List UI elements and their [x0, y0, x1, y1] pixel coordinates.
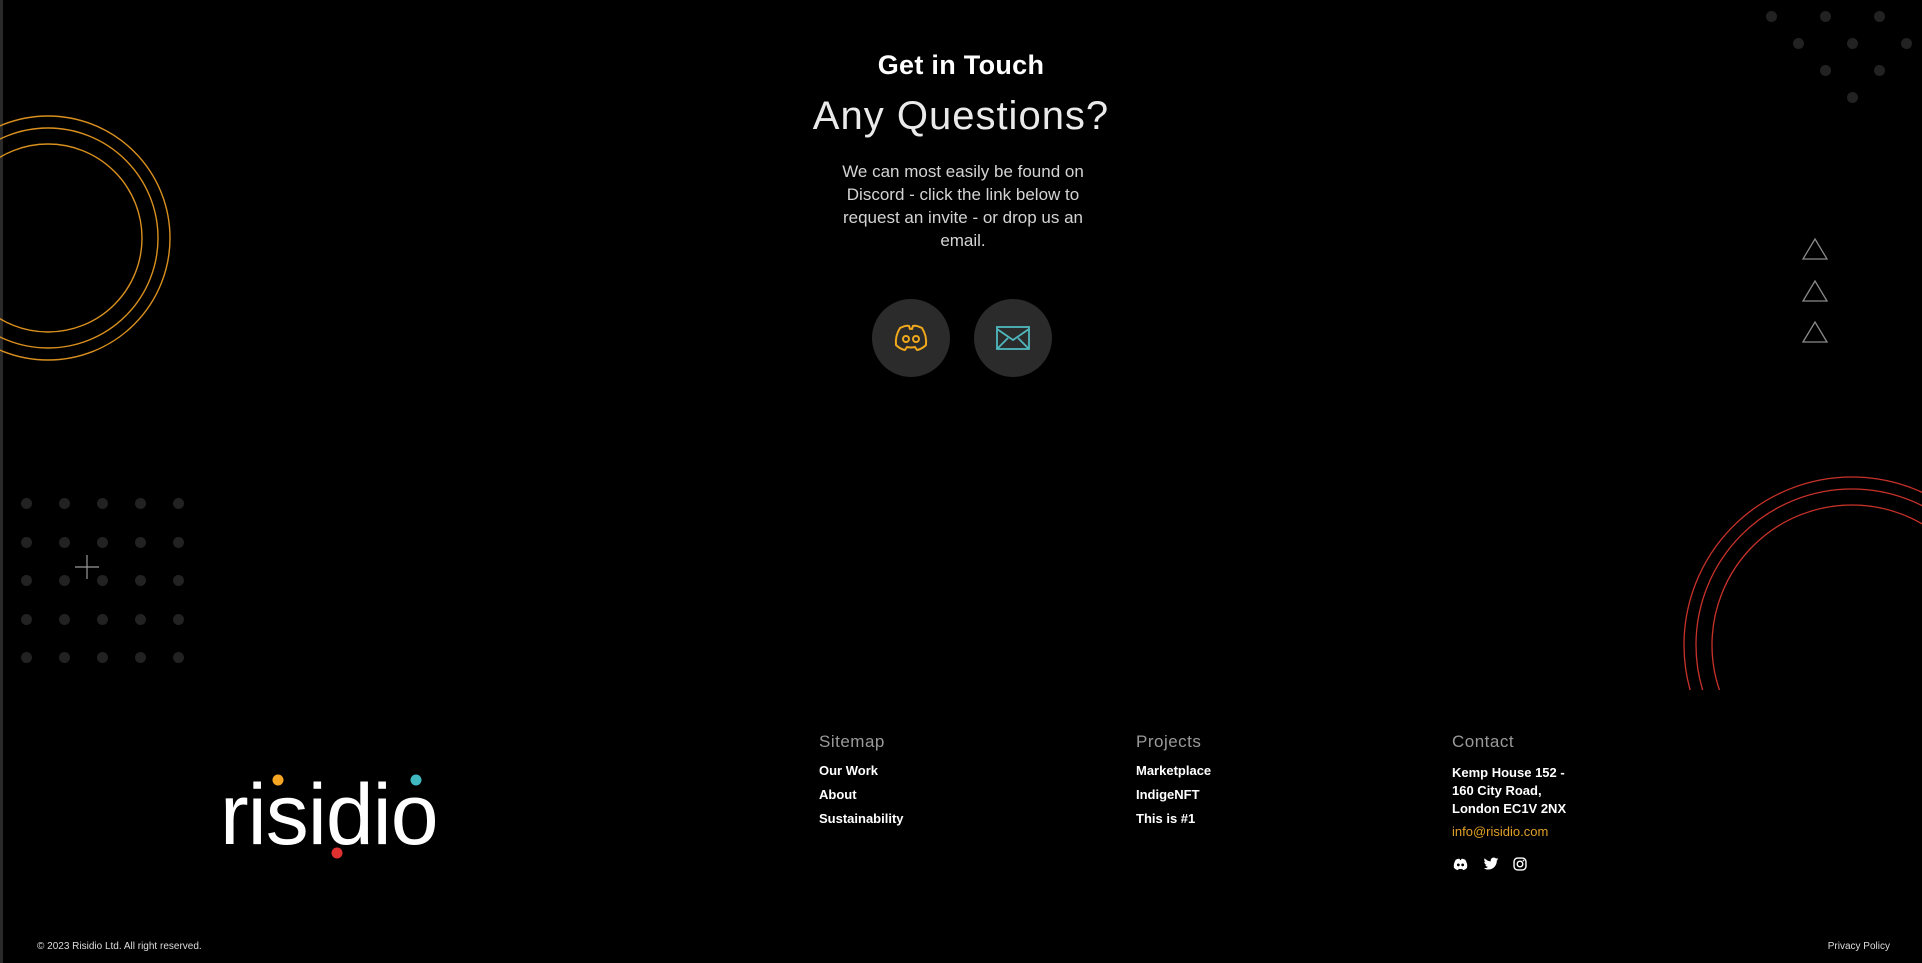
decorative-dot	[173, 652, 184, 663]
copyright-text: © 2023 Risidio Ltd. All right reserved.	[37, 941, 202, 952]
decorative-dot	[1847, 38, 1858, 49]
footer-link-about[interactable]: About	[819, 788, 904, 802]
contact-address: Kemp House 152 - 160 City Road, London E…	[1452, 764, 1566, 818]
decorative-dot	[21, 575, 32, 586]
footer-link-indigenft[interactable]: IndigeNFT	[1136, 788, 1211, 802]
decorative-dot	[21, 498, 32, 509]
decorative-dot	[97, 536, 108, 548]
address-line: 160 City Road,	[1452, 783, 1542, 798]
decorative-dot	[59, 613, 70, 625]
contact-email-link[interactable]: info@risidio.com	[1452, 824, 1566, 839]
decorative-dot	[173, 613, 184, 625]
decorative-dot	[59, 575, 70, 586]
discord-button[interactable]	[872, 299, 950, 377]
footer-link-sustainability[interactable]: Sustainability	[819, 812, 904, 826]
decorative-dot	[135, 652, 146, 663]
decorative-dot	[173, 536, 184, 548]
decorative-dot	[135, 575, 146, 586]
decorative-dot	[97, 652, 108, 663]
decorative-dot	[1820, 11, 1831, 22]
instagram-icon	[1513, 857, 1527, 871]
footer-link-this-is-1[interactable]: This is #1	[1136, 812, 1211, 826]
decorative-dot	[1874, 11, 1885, 22]
decorative-dot	[21, 613, 32, 625]
address-line: Kemp House 152 -	[1452, 765, 1565, 780]
twitter-icon	[1483, 857, 1499, 870]
privacy-policy-link[interactable]: Privacy Policy	[1828, 941, 1890, 952]
decorative-dot	[1766, 11, 1777, 22]
section-eyebrow: Get in Touch	[877, 50, 1045, 80]
discord-icon	[894, 324, 928, 351]
social-links	[1452, 857, 1566, 871]
decorative-dot	[1793, 38, 1804, 49]
decorative-dot	[173, 575, 184, 586]
logo-wordmark: risidio	[220, 767, 438, 862]
instagram-social-link[interactable]	[1513, 857, 1527, 871]
risidio-logo[interactable]: risidio	[220, 756, 490, 862]
email-button[interactable]	[974, 299, 1052, 377]
mail-icon	[996, 326, 1030, 350]
discord-icon	[1453, 858, 1468, 870]
decorative-dot	[135, 613, 146, 625]
decorative-dot	[173, 498, 184, 509]
decorative-dot	[59, 498, 70, 509]
decorative-dot	[97, 498, 108, 509]
contact-column: Contact Kemp House 152 - 160 City Road, …	[1452, 732, 1566, 871]
section-description: We can most easily be found on Discord -…	[842, 162, 1084, 250]
decorative-dot	[59, 652, 70, 663]
discord-social-link[interactable]	[1452, 858, 1469, 871]
footer-link-our-work[interactable]: Our Work	[819, 764, 904, 778]
triangles-decoration	[1801, 237, 1829, 343]
footer-link-marketplace[interactable]: Marketplace	[1136, 764, 1211, 778]
address-line: London EC1V 2NX	[1452, 801, 1567, 816]
red-rings-decoration	[1683, 476, 1922, 690]
contact-title: Contact	[1452, 732, 1515, 751]
decorative-dot	[59, 536, 70, 548]
twitter-social-link[interactable]	[1483, 857, 1499, 871]
decorative-dot	[1901, 38, 1912, 49]
section-heading: Any Questions?	[812, 94, 1110, 138]
orange-rings-decoration	[0, 115, 171, 361]
plus-decoration	[75, 555, 99, 579]
projects-title: Projects	[1136, 732, 1202, 751]
decorative-dot	[135, 536, 146, 548]
sitemap-title: Sitemap	[819, 732, 885, 751]
decorative-dot	[21, 536, 32, 548]
sitemap-column: Sitemap Our Work About Sustainability	[819, 732, 904, 836]
decorative-dot	[21, 652, 32, 663]
decorative-dot	[97, 613, 108, 625]
decorative-dot	[97, 575, 108, 586]
decorative-dot	[135, 498, 146, 509]
projects-column: Projects Marketplace IndigeNFT This is #…	[1136, 732, 1211, 836]
